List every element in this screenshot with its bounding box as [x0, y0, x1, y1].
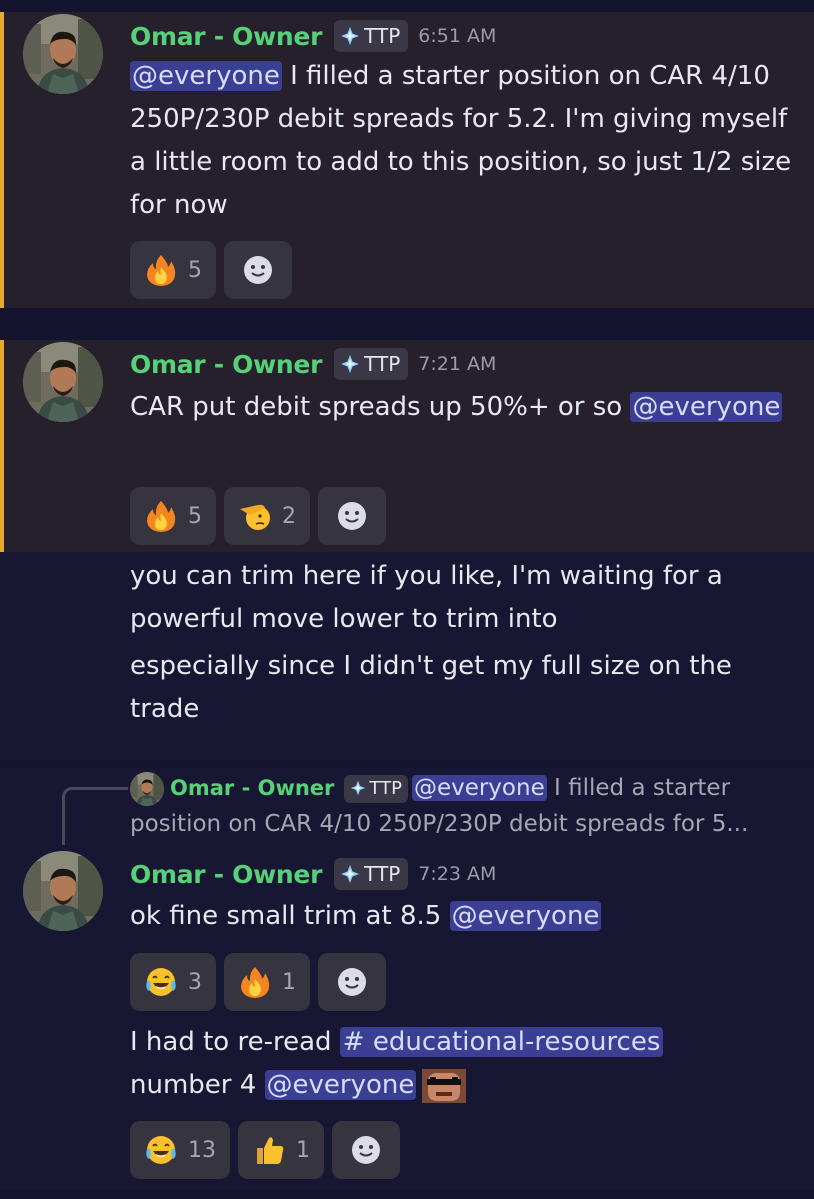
reaction-count: 2 [282, 503, 296, 529]
mention[interactable]: @everyone [449, 901, 602, 931]
joy-icon [144, 1133, 178, 1167]
reaction-bar: 3 1 [130, 953, 386, 1011]
reply-author: Omar - Owner [170, 776, 335, 800]
message-text: I had to re-read [130, 1027, 340, 1057]
smile-icon [335, 965, 369, 999]
reply-connector [62, 787, 128, 845]
reply-server-tag: TTP [344, 774, 408, 803]
add-reaction-button[interactable] [224, 241, 292, 299]
reaction-joy[interactable]: 13 [130, 1121, 230, 1179]
timestamp: 6:51 AM [418, 25, 497, 47]
reaction-fire[interactable]: 1 [224, 953, 310, 1011]
deal-with-it-emote-icon[interactable] [422, 1069, 466, 1103]
mention[interactable]: @everyone [264, 1070, 417, 1100]
timestamp: 7:21 AM [418, 353, 497, 375]
reaction-salute[interactable]: 2 [224, 487, 310, 545]
message-header: Omar - Owner TTP 7:21 AM [130, 346, 496, 382]
message-content: @everyone I filled a starter position on… [130, 55, 800, 227]
reaction-fire[interactable]: 5 [130, 241, 216, 299]
followup-message: you can trim here if you like, I'm waiti… [130, 561, 723, 634]
gem-icon [340, 864, 360, 884]
followup-message: I had to re-read # educational-resources… [130, 1021, 800, 1107]
smile-icon [335, 499, 369, 533]
fire-icon [238, 965, 272, 999]
avatar[interactable] [23, 342, 103, 422]
channel-link[interactable]: # educational-resources [339, 1027, 664, 1057]
message-header: Omar - Owner TTP 6:51 AM [130, 18, 496, 54]
reply-avatar [130, 772, 164, 806]
reaction-count: 1 [282, 969, 296, 995]
reaction-fire[interactable]: 5 [130, 487, 216, 545]
smile-icon [349, 1133, 383, 1167]
fire-icon [144, 499, 178, 533]
reaction-bar: 5 2 [130, 487, 386, 545]
message-header: Omar - Owner TTP 7:23 AM [130, 856, 496, 892]
reaction-count: 5 [188, 257, 202, 283]
avatar[interactable] [23, 14, 103, 94]
server-tag[interactable]: TTP [334, 20, 409, 52]
server-tag-label: TTP [364, 352, 401, 376]
author-name[interactable]: Omar - Owner [130, 350, 322, 379]
gem-icon [350, 780, 366, 796]
reply-tag-label: TTP [369, 777, 402, 799]
reaction-count: 5 [188, 503, 202, 529]
thumbs-up-icon [252, 1133, 286, 1167]
gem-icon [340, 354, 360, 374]
author-name[interactable]: Omar - Owner [130, 22, 322, 51]
reaction-bar: 5 [130, 241, 292, 299]
add-reaction-button[interactable] [332, 1121, 400, 1179]
add-reaction-button[interactable] [318, 487, 386, 545]
salute-icon [238, 499, 272, 533]
reply-preview[interactable]: Omar - Owner TTP @everyone I filled a star… [130, 770, 800, 842]
reaction-bar: 13 1 [130, 1121, 400, 1179]
message-content: ok fine small trim at 8.5 @everyone [130, 895, 800, 938]
reaction-count: 13 [188, 1137, 216, 1163]
server-tag[interactable]: TTP [334, 858, 409, 890]
reaction-joy[interactable]: 3 [130, 953, 216, 1011]
timestamp: 7:23 AM [418, 863, 497, 885]
reaction-thumbs-up[interactable]: 1 [238, 1121, 324, 1179]
message-separator [0, 308, 814, 340]
message-text: number 4 [130, 1070, 265, 1100]
reaction-count: 1 [296, 1137, 310, 1163]
server-tag[interactable]: TTP [334, 348, 409, 380]
mention[interactable]: @everyone [130, 61, 282, 91]
fire-icon [144, 253, 178, 287]
message-content: CAR put debit spreads up 50%+ or so @eve… [130, 386, 800, 429]
reaction-count: 3 [188, 969, 202, 995]
mention[interactable]: @everyone [630, 392, 783, 422]
avatar[interactable] [23, 851, 103, 931]
message-text: CAR put debit spreads up 50%+ or so [130, 392, 631, 422]
smile-icon [241, 253, 275, 287]
reply-mention: @everyone [411, 775, 547, 801]
server-tag-label: TTP [364, 862, 401, 886]
gem-icon [340, 26, 360, 46]
joy-icon [144, 965, 178, 999]
author-name[interactable]: Omar - Owner [130, 860, 322, 889]
add-reaction-button[interactable] [318, 953, 386, 1011]
message-text: ok fine small trim at 8.5 [130, 901, 450, 931]
top-strip [0, 0, 814, 12]
followup-message: especially since I didn't get my full si… [130, 651, 732, 724]
bottom-strip [0, 1189, 814, 1199]
server-tag-label: TTP [364, 24, 401, 48]
